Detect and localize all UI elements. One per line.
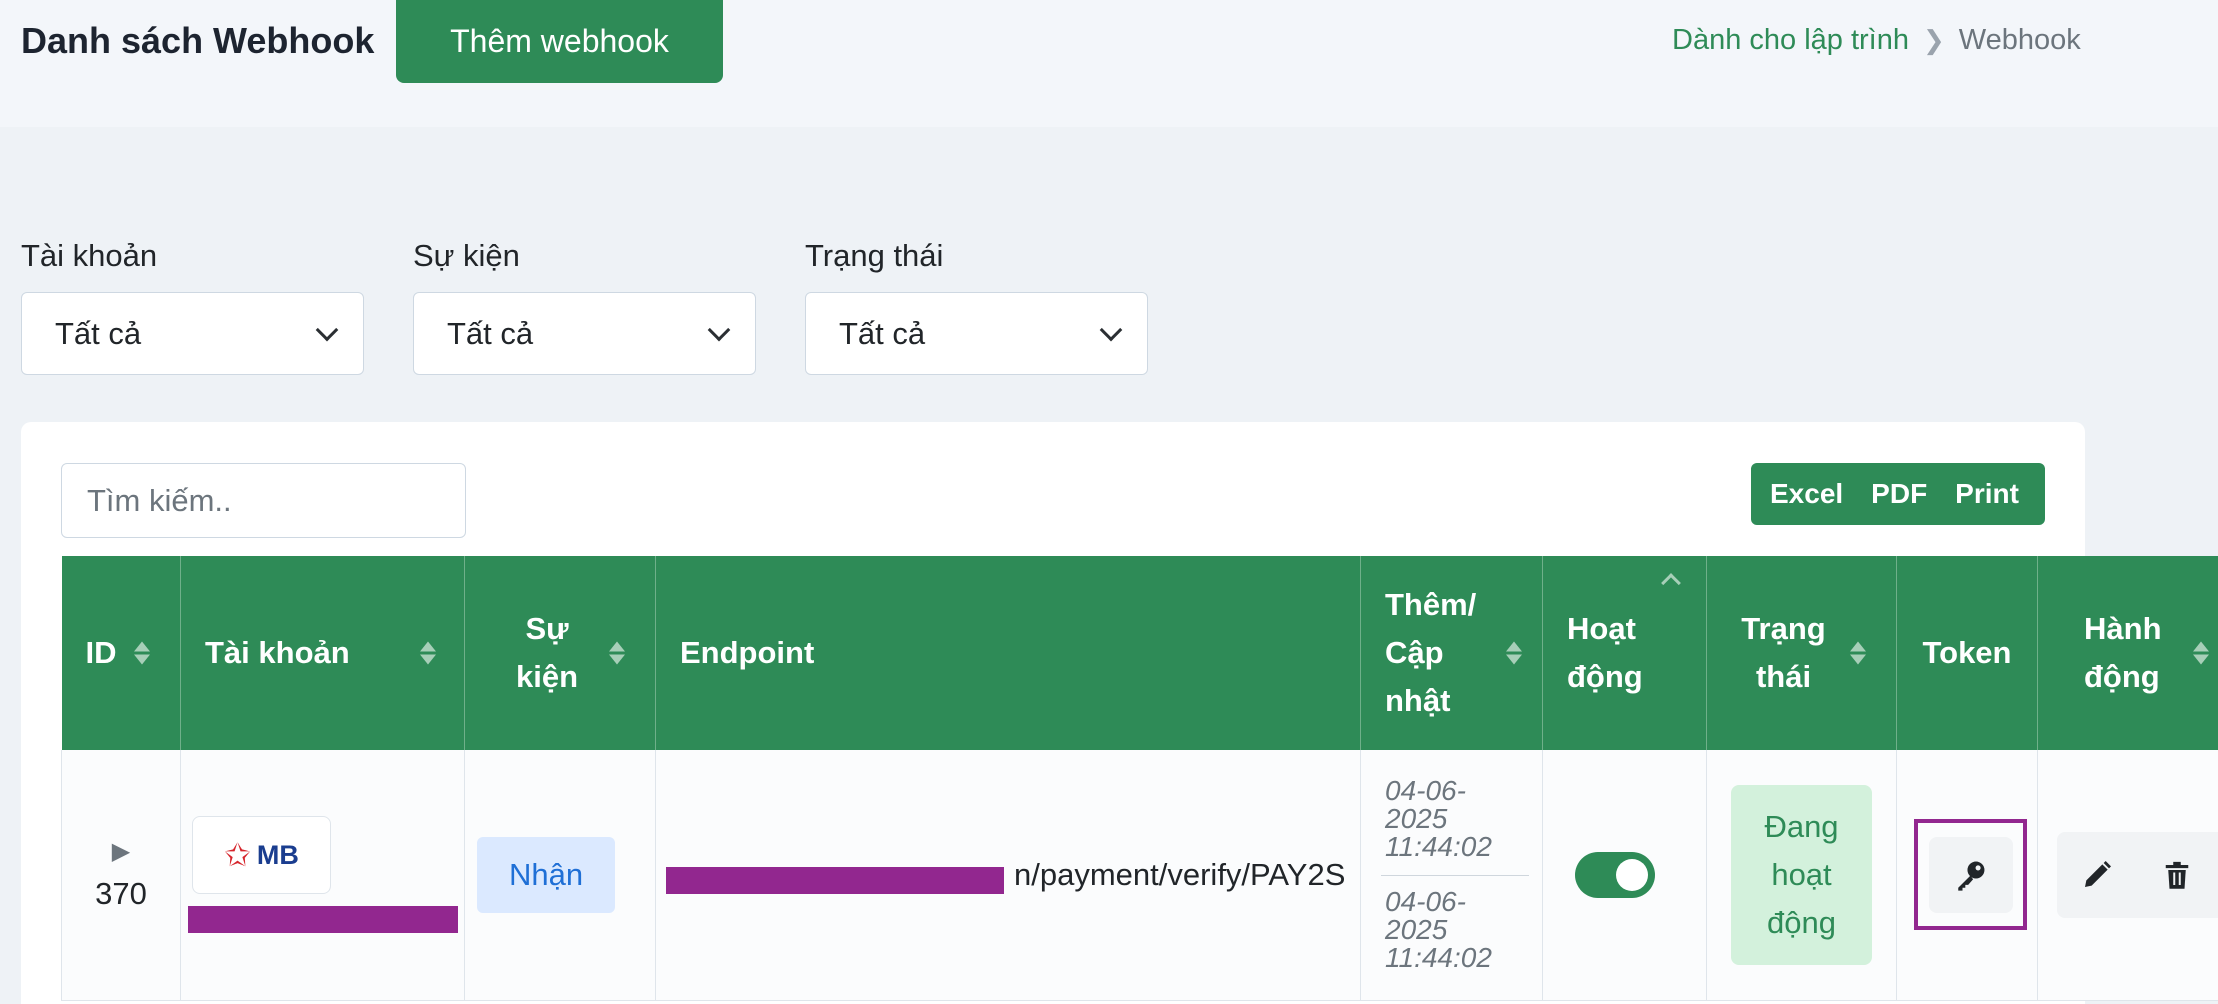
sort-icon	[420, 641, 436, 665]
column-header-endpoint[interactable]: Endpoint	[655, 556, 1361, 750]
toggle-knob	[1616, 858, 1648, 891]
column-header-added-updated[interactable]: Thêm/ Cập nhật	[1360, 556, 1543, 750]
row-token-cell	[1896, 750, 2038, 1001]
breadcrumb: Dành cho lập trình ❯ Webhook	[1672, 24, 2081, 57]
row-endpoint-cell: n/payment/verify/PAY2S	[655, 750, 1361, 1001]
active-toggle[interactable]	[1575, 851, 1655, 898]
row-id-cell: ▶ 370	[61, 750, 181, 1001]
breadcrumb-current: Webhook	[1958, 24, 2081, 56]
export-excel-button[interactable]: Excel	[1770, 478, 1843, 510]
row-active-cell	[1542, 750, 1707, 1001]
filter-label-account: Tài khoản	[21, 238, 158, 273]
sort-icon	[134, 641, 150, 665]
sort-icon	[1850, 641, 1866, 665]
chevron-down-icon	[1099, 318, 1123, 341]
sort-icon	[1506, 641, 1522, 665]
column-header-action[interactable]: Hành động	[2037, 556, 2218, 750]
endpoint-url: n/payment/verify/PAY2S	[666, 857, 1345, 894]
chevron-down-icon	[315, 318, 339, 341]
trash-icon	[2165, 861, 2189, 889]
filter-label-status: Trạng thái	[805, 238, 944, 273]
bank-logo: ✩ MB	[192, 816, 331, 895]
add-webhook-button[interactable]: Thêm webhook	[396, 0, 723, 83]
breadcrumb-link-developer[interactable]: Dành cho lập trình	[1672, 24, 1909, 57]
row-action-cell	[2037, 750, 2218, 1001]
column-header-active[interactable]: Hoạt động	[1542, 556, 1707, 750]
row-account-cell: ✩ MB	[180, 750, 465, 1001]
filter-select-value: Tất cả	[839, 315, 926, 351]
filter-label-event: Sự kiện	[413, 238, 520, 273]
sort-icon	[609, 641, 625, 665]
column-header-id[interactable]: ID	[61, 556, 181, 750]
row-action-group	[2057, 831, 2218, 918]
pencil-icon	[2085, 860, 2111, 887]
expand-row-icon[interactable]: ▶	[62, 837, 180, 866]
filter-select-event[interactable]: Tất cả	[413, 292, 756, 375]
page-title: Danh sách Webhook	[21, 20, 375, 61]
redacted-account-name	[188, 906, 458, 934]
chevron-down-icon	[707, 318, 731, 341]
webhook-table: ID Tài khoản Sự kiện Endpoint Thêm/ Cập …	[61, 556, 2218, 1001]
key-icon	[1957, 861, 1984, 891]
sort-icon	[2193, 641, 2209, 665]
event-badge: Nhận	[477, 836, 616, 913]
updated-date: 04-06- 2025 11:44:02	[1385, 886, 1492, 974]
table-header-row: ID Tài khoản Sự kiện Endpoint Thêm/ Cập …	[61, 556, 2218, 750]
status-badge: Đang hoạt động	[1731, 784, 1872, 965]
column-header-status[interactable]: Trạng thái	[1706, 556, 1897, 750]
star-icon: ✩	[224, 837, 251, 874]
edit-button[interactable]	[2057, 832, 2137, 918]
delete-button[interactable]	[2137, 832, 2217, 918]
row-dates-cell: 04-06- 2025 11:44:02 04-06- 2025 11:44:0…	[1360, 750, 1543, 1001]
search-input[interactable]	[61, 463, 466, 538]
export-button-group: Excel PDF Print	[1751, 463, 2045, 525]
table-row: ▶ 370 ✩ MB Nhận n/payment/verify/PAY2S 0…	[61, 750, 2218, 1001]
redacted-endpoint-host	[666, 866, 1004, 894]
export-pdf-button[interactable]: PDF	[1871, 478, 1927, 510]
date-divider	[1381, 875, 1529, 877]
token-button[interactable]	[1914, 819, 2027, 931]
filter-select-value: Tất cả	[447, 315, 534, 351]
row-id: 370	[95, 876, 147, 912]
filter-select-status[interactable]: Tất cả	[805, 292, 1148, 375]
row-event-cell: Nhận	[464, 750, 656, 1001]
print-button[interactable]: Print	[1955, 478, 2019, 510]
column-header-account[interactable]: Tài khoản	[180, 556, 465, 750]
filter-select-value: Tất cả	[55, 315, 142, 351]
row-status-cell: Đang hoạt động	[1706, 750, 1897, 1001]
filter-select-account[interactable]: Tất cả	[21, 292, 364, 375]
sort-ascending-icon	[1661, 573, 1681, 593]
created-date: 04-06- 2025 11:44:02	[1385, 775, 1492, 863]
chevron-right-icon: ❯	[1922, 25, 1945, 55]
column-header-event[interactable]: Sự kiện	[464, 556, 656, 750]
column-header-token: Token	[1896, 556, 2038, 750]
token-button-inner	[1928, 836, 2013, 913]
